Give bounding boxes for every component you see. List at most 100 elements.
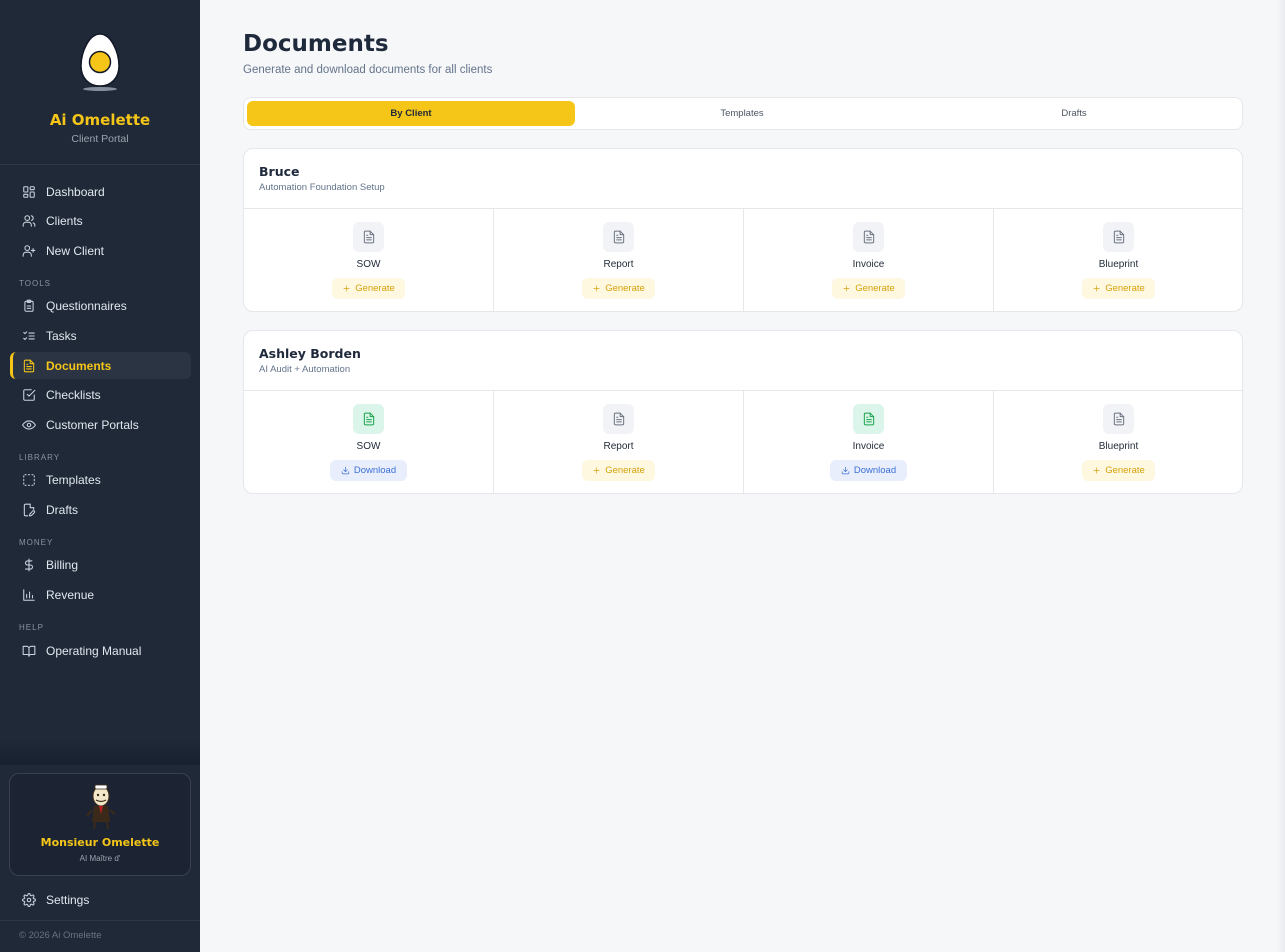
button-label: Generate bbox=[355, 283, 395, 294]
scrollbar[interactable] bbox=[1277, 0, 1285, 952]
sidebar-item-label: Revenue bbox=[46, 587, 95, 602]
plus-icon bbox=[592, 466, 601, 475]
sidebar-item-label: Operating Manual bbox=[46, 643, 142, 658]
page-title: Documents bbox=[243, 31, 389, 57]
download-icon bbox=[341, 466, 350, 475]
section-label-help: HELP bbox=[19, 623, 44, 632]
tab-drafts[interactable]: Drafts bbox=[910, 101, 1238, 126]
file-text-icon bbox=[1103, 404, 1134, 434]
generate-button[interactable]: Generate bbox=[1082, 278, 1155, 299]
copyright: © 2026 Ai Omelette bbox=[19, 930, 102, 941]
sidebar-item-dashboard[interactable]: Dashboard bbox=[10, 178, 191, 205]
sidebar-item-questionnaires[interactable]: Questionnaires bbox=[10, 292, 191, 319]
tab-templates[interactable]: Templates bbox=[578, 101, 906, 126]
brand-header: Ai Omelette Client Portal bbox=[0, 0, 200, 165]
button-label: Download bbox=[353, 465, 397, 476]
document-label: Report bbox=[603, 259, 634, 270]
document-label: SOW bbox=[356, 259, 381, 270]
profile-role: AI Maître d' bbox=[79, 854, 121, 863]
sidebar-item-label: Tasks bbox=[46, 328, 77, 343]
dollar-icon bbox=[22, 558, 36, 572]
bar-chart-icon bbox=[22, 588, 36, 602]
generate-button[interactable]: Generate bbox=[582, 460, 655, 481]
document-row: SOW Generate Report Generate Invoice Gen… bbox=[244, 208, 1242, 311]
sidebar-item-templates[interactable]: Templates bbox=[10, 466, 191, 493]
sidebar-item-label: Templates bbox=[46, 472, 101, 487]
download-button[interactable]: Download bbox=[330, 460, 407, 481]
sidebar: Ai Omelette Client Portal Dashboard Clie… bbox=[0, 0, 200, 952]
button-label: Download bbox=[853, 465, 897, 476]
users-icon bbox=[22, 214, 36, 228]
divider bbox=[0, 920, 200, 921]
document-label: SOW bbox=[356, 441, 381, 452]
gear-icon bbox=[22, 892, 36, 907]
sidebar-item-label: Questionnaires bbox=[46, 298, 127, 313]
button-label: Generate bbox=[605, 465, 645, 476]
book-open-icon bbox=[22, 644, 36, 658]
sidebar-item-drafts[interactable]: Drafts bbox=[10, 496, 191, 523]
dashboard-icon bbox=[22, 185, 36, 199]
client-card: Ashley Borden AI Audit + Automation SOW … bbox=[243, 330, 1243, 494]
mascot-avatar bbox=[86, 784, 116, 830]
egg-logo-icon bbox=[80, 33, 120, 91]
document-row: SOW Download Report Generate Invoice Dow… bbox=[244, 390, 1242, 493]
file-text-icon bbox=[353, 404, 384, 434]
button-label: Generate bbox=[1105, 465, 1145, 476]
document-cell: Invoice Generate bbox=[744, 209, 994, 311]
section-label-library: LIBRARY bbox=[19, 453, 61, 462]
sidebar-item-label: Billing bbox=[46, 557, 79, 572]
file-pen-icon bbox=[22, 503, 36, 517]
document-label: Blueprint bbox=[1098, 441, 1139, 452]
button-label: Generate bbox=[855, 283, 895, 294]
check-square-icon bbox=[22, 388, 36, 402]
sidebar-item-revenue[interactable]: Revenue bbox=[10, 581, 191, 608]
sidebar-item-settings[interactable]: Settings bbox=[10, 886, 191, 913]
sidebar-fade bbox=[0, 740, 200, 765]
section-label-tools: TOOLS bbox=[19, 279, 51, 288]
sidebar-item-label: Documents bbox=[46, 358, 112, 373]
client-project: AI Audit + Automation bbox=[259, 364, 351, 375]
sidebar-item-label: Drafts bbox=[46, 502, 79, 517]
page-subtitle: Generate and download documents for all … bbox=[243, 64, 493, 76]
document-cell: Blueprint Generate bbox=[994, 391, 1242, 493]
sidebar-item-new-client[interactable]: New Client bbox=[10, 237, 191, 264]
tab-by-client[interactable]: By Client bbox=[247, 101, 575, 126]
generate-button[interactable]: Generate bbox=[832, 278, 905, 299]
brand-subtitle: Client Portal bbox=[71, 133, 129, 145]
sidebar-item-operating-manual[interactable]: Operating Manual bbox=[10, 637, 191, 664]
plus-icon bbox=[592, 284, 601, 293]
sidebar-item-documents[interactable]: Documents bbox=[10, 352, 191, 379]
document-label: Invoice bbox=[852, 441, 885, 452]
tab-bar: By Client Templates Drafts bbox=[243, 97, 1243, 130]
document-cell: Report Generate bbox=[494, 391, 744, 493]
download-button[interactable]: Download bbox=[830, 460, 907, 481]
sidebar-item-tasks[interactable]: Tasks bbox=[10, 322, 191, 349]
client-name: Bruce bbox=[259, 164, 300, 179]
document-label: Invoice bbox=[852, 259, 885, 270]
document-cell: Report Generate bbox=[494, 209, 744, 311]
file-text-icon bbox=[853, 404, 884, 434]
list-checks-icon bbox=[22, 329, 36, 343]
file-text-icon bbox=[603, 404, 634, 434]
eye-icon bbox=[22, 418, 36, 432]
section-label-money: MONEY bbox=[19, 538, 54, 547]
generate-button[interactable]: Generate bbox=[1082, 460, 1155, 481]
dashed-square-icon bbox=[22, 473, 36, 487]
sidebar-item-clients[interactable]: Clients bbox=[10, 207, 191, 234]
client-name: Ashley Borden bbox=[259, 346, 361, 361]
sidebar-item-checklists[interactable]: Checklists bbox=[10, 381, 191, 408]
brand-name: Ai Omelette bbox=[49, 111, 151, 129]
generate-button[interactable]: Generate bbox=[582, 278, 655, 299]
sidebar-item-customer-portals[interactable]: Customer Portals bbox=[10, 411, 191, 438]
sidebar-item-label: New Client bbox=[46, 243, 105, 258]
client-project: Automation Foundation Setup bbox=[259, 182, 385, 193]
user-plus-icon bbox=[22, 244, 36, 258]
plus-icon bbox=[1092, 284, 1101, 293]
file-text-icon bbox=[353, 222, 384, 252]
document-cell: SOW Generate bbox=[244, 209, 494, 311]
generate-button[interactable]: Generate bbox=[332, 278, 405, 299]
client-card: Bruce Automation Foundation Setup SOW Ge… bbox=[243, 148, 1243, 312]
profile-card[interactable]: Monsieur Omelette AI Maître d' bbox=[9, 773, 191, 876]
sidebar-item-billing[interactable]: Billing bbox=[10, 551, 191, 578]
profile-name: Monsieur Omelette bbox=[40, 836, 160, 849]
